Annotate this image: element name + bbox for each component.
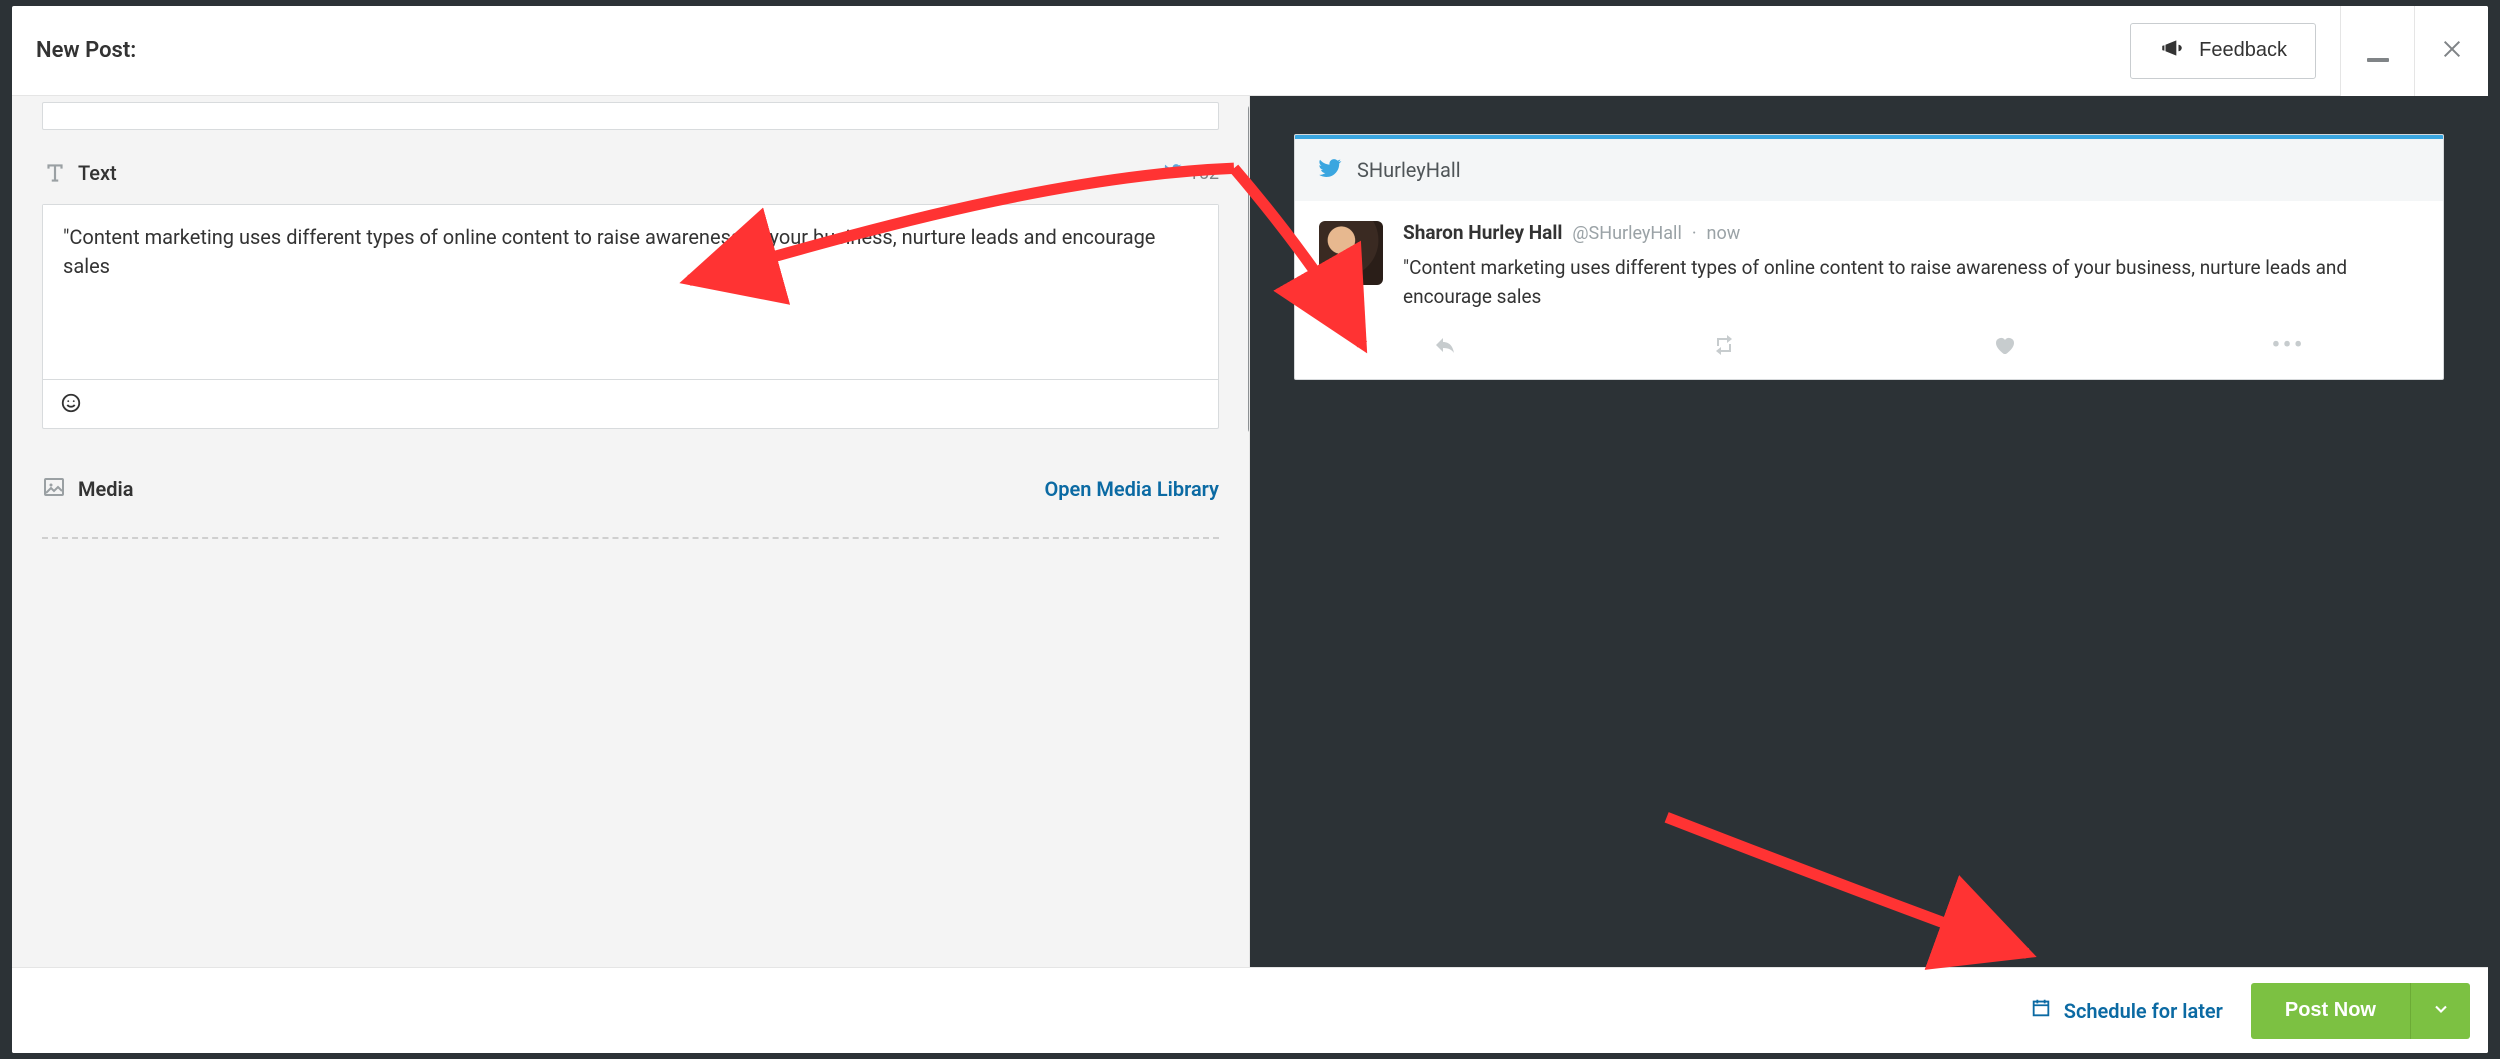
reply-icon (1433, 333, 1457, 361)
emoji-picker-button[interactable] (57, 390, 85, 418)
modal-title: New Post: (36, 38, 2130, 63)
open-media-library-link[interactable]: Open Media Library (1044, 477, 1219, 501)
megaphone-icon (2159, 35, 2185, 67)
feedback-button[interactable]: Feedback (2130, 23, 2316, 79)
text-section-label: Text (78, 161, 117, 185)
twitter-icon (1317, 155, 1343, 185)
text-section-header: Text 152 (42, 160, 1219, 186)
image-icon (42, 475, 78, 503)
text-icon (42, 160, 78, 186)
tweet-actions: ••• (1295, 319, 2443, 379)
preview-panel: SHurleyHall Sharon Hurley Hall @SHurleyH… (1250, 96, 2488, 967)
media-section-label: Media (78, 477, 133, 501)
close-button[interactable] (2414, 6, 2488, 96)
text-card (42, 204, 1219, 429)
twitter-char-counter: 152 (1163, 161, 1219, 186)
more-icon: ••• (2272, 333, 2305, 361)
timestamp: now (1707, 223, 1741, 244)
post-text-input[interactable] (43, 205, 1218, 375)
media-section-header: Media Open Media Library (42, 475, 1219, 503)
preview-account-name: SHurleyHall (1357, 158, 1461, 182)
modal-body: Text 152 (12, 96, 2488, 967)
modal-header: New Post: Feedback (12, 6, 2488, 96)
handle: @SHurleyHall (1572, 223, 1681, 244)
byline-separator: · (1692, 223, 1697, 244)
new-post-modal: New Post: Feedback Text (12, 6, 2488, 1053)
avatar (1319, 221, 1383, 285)
tweet-body: Sharon Hurley Hall @SHurleyHall · now "C… (1295, 201, 2443, 319)
tweet-preview-card: SHurleyHall Sharon Hurley Hall @SHurleyH… (1294, 134, 2444, 380)
tweet-preview-header: SHurleyHall (1295, 135, 2443, 201)
minimize-icon (2367, 58, 2389, 62)
post-button-group: Post Now (2251, 983, 2470, 1039)
post-now-button[interactable]: Post Now (2251, 983, 2410, 1039)
schedule-for-later-link[interactable]: Schedule for later (2030, 997, 2223, 1024)
schedule-label: Schedule for later (2064, 999, 2223, 1023)
char-count-value: 152 (1189, 163, 1219, 184)
composer-scrollbar[interactable] (1248, 104, 1250, 434)
previous-section-placeholder (42, 102, 1219, 130)
minimize-button[interactable] (2340, 6, 2414, 96)
composer-panel: Text 152 (12, 96, 1250, 967)
post-options-button[interactable] (2410, 983, 2470, 1039)
like-icon (1992, 333, 2016, 361)
twitter-icon (1163, 161, 1183, 186)
feedback-label: Feedback (2199, 39, 2287, 62)
text-toolbar (43, 379, 1218, 428)
display-name: Sharon Hurley Hall (1403, 221, 1562, 244)
calendar-icon (2030, 997, 2052, 1024)
close-icon (2441, 38, 2463, 63)
tweet-byline: Sharon Hurley Hall @SHurleyHall · now (1403, 221, 2419, 244)
tweet-text: "Content marketing uses different types … (1403, 254, 2419, 311)
smile-icon (60, 392, 82, 417)
chevron-down-icon (2431, 999, 2451, 1022)
retweet-icon (1712, 333, 1736, 361)
modal-footer: Schedule for later Post Now (12, 967, 2488, 1053)
media-dropzone[interactable] (42, 537, 1219, 547)
